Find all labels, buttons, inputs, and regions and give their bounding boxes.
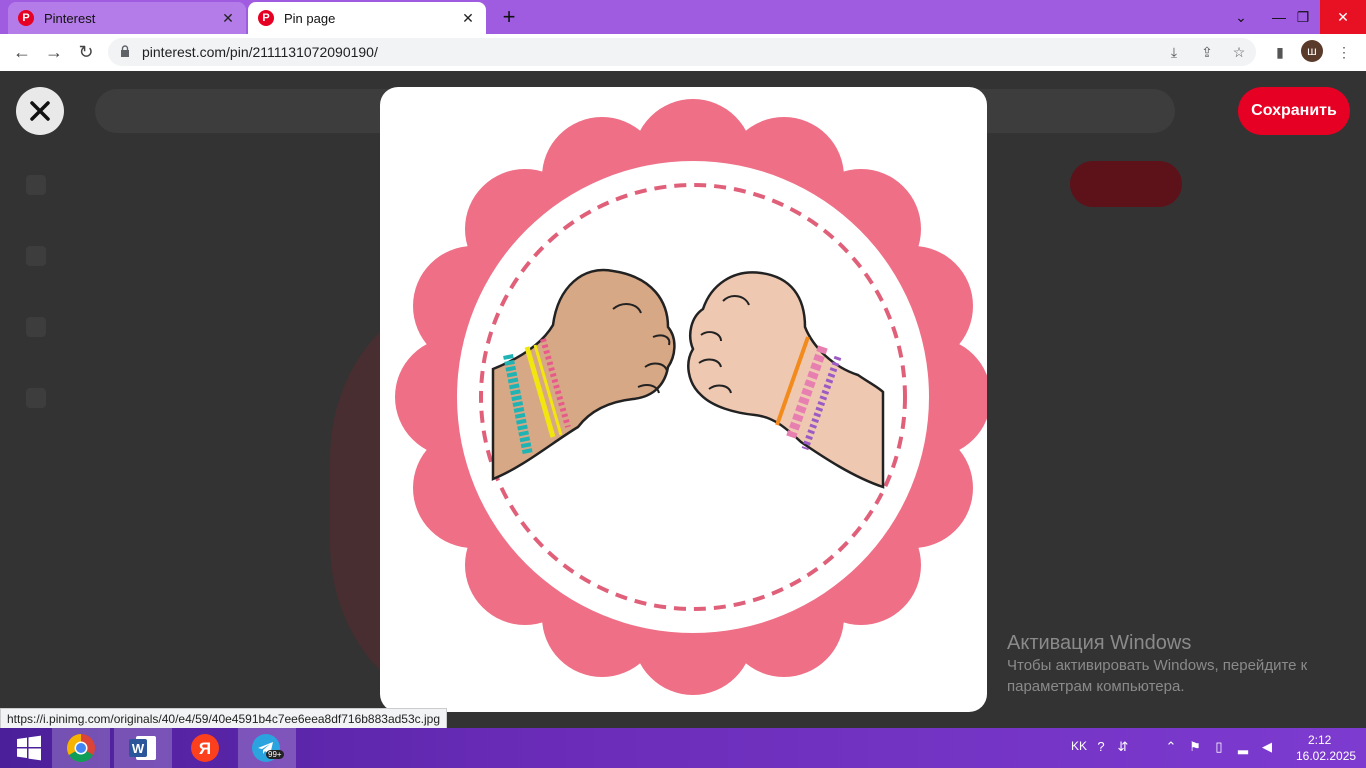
taskbar-telegram[interactable]: 99+	[238, 728, 296, 768]
window-close-button[interactable]: ✕	[1320, 0, 1366, 34]
show-hidden-icons[interactable]: ⌃	[1162, 738, 1180, 756]
reload-button[interactable]: ↻	[72, 38, 100, 66]
activation-title: Активация Windows	[1007, 632, 1192, 654]
bookmark-star-icon[interactable]: ☆	[1229, 42, 1249, 62]
taskbar: W Я 99+ KK ? ⇵ ⌃ ⚑ ▯ ▂ ◀ 2:12 16.02.2025	[0, 728, 1366, 768]
start-button[interactable]	[0, 728, 58, 768]
clock-date[interactable]: 16.02.2025	[1296, 749, 1356, 763]
activation-line: Чтобы активировать Windows, перейдите к	[1007, 657, 1308, 674]
taskbar-word[interactable]: W	[114, 728, 172, 768]
sidebar-icon-dim	[26, 175, 46, 195]
background-save-dim	[1070, 161, 1182, 207]
svg-text:Я: Я	[199, 739, 211, 758]
taskbar-yandex[interactable]: Я	[176, 728, 234, 768]
new-tab-button[interactable]: +	[498, 6, 520, 28]
telegram-badge: 99+	[266, 750, 284, 759]
pinterest-icon: P	[18, 10, 34, 26]
pen-icon[interactable]: ⇵	[1114, 738, 1132, 756]
install-icon[interactable]: ⤓	[1164, 42, 1184, 62]
forward-button[interactable]: →	[40, 38, 68, 66]
chrome-icon	[67, 734, 95, 762]
status-bar-url: https://i.pinimg.com/originals/40/e4/59/…	[0, 708, 447, 730]
volume-icon[interactable]: ◀	[1258, 738, 1276, 756]
address-bar[interactable]: pinterest.com/pin/2111131072090190/ ⤓ ⇪ …	[108, 38, 1256, 66]
tab-title: Pinterest	[44, 10, 96, 26]
close-icon	[30, 101, 50, 121]
activation-line: параметрам компьютера.	[1007, 678, 1185, 695]
help-icon[interactable]: ?	[1092, 738, 1110, 756]
pin-image	[380, 87, 987, 712]
clock-time[interactable]: 2:12	[1308, 733, 1331, 747]
taskbar-chrome[interactable]	[52, 728, 110, 768]
pinterest-icon: P	[258, 10, 274, 26]
network-icon[interactable]: ▂	[1234, 738, 1252, 756]
language-indicator[interactable]: KK	[1071, 739, 1087, 753]
url-text: pinterest.com/pin/2111131072090190/	[142, 44, 378, 60]
sidebar-icon-dim	[26, 246, 46, 266]
start-icon	[17, 735, 41, 761]
fist-bump-illustration	[395, 99, 987, 695]
battery-icon[interactable]: ▯	[1210, 738, 1228, 756]
back-button[interactable]: ←	[8, 38, 36, 66]
save-button[interactable]: Сохранить	[1238, 87, 1350, 135]
sidebar-icon-dim	[26, 317, 46, 337]
yandex-icon: Я	[191, 734, 219, 762]
tab-pin-page[interactable]: P Pin page ✕	[248, 2, 486, 34]
tab-close-icon[interactable]: ✕	[220, 10, 236, 27]
side-panel-icon[interactable]: ▮	[1270, 42, 1290, 62]
tab-pinterest[interactable]: P Pinterest ✕	[8, 2, 246, 34]
tab-close-icon[interactable]: ✕	[460, 10, 476, 27]
tab-strip: P Pinterest ✕ P Pin page ✕ + ⌄ — ❐ ✕	[0, 0, 1366, 34]
browser-toolbar: ← → ↻ pinterest.com/pin/2111131072090190…	[0, 34, 1366, 72]
word-icon: W	[129, 736, 156, 760]
menu-icon[interactable]: ⋮	[1334, 42, 1354, 62]
close-button[interactable]	[16, 87, 64, 135]
share-icon[interactable]: ⇪	[1197, 42, 1217, 62]
tab-title: Pin page	[284, 10, 336, 26]
sidebar-icon-dim	[26, 388, 46, 408]
flag-icon[interactable]: ⚑	[1186, 738, 1204, 756]
lock-icon	[121, 45, 129, 57]
svg-text:W: W	[132, 741, 145, 756]
profile-avatar[interactable]: ш	[1301, 40, 1323, 62]
